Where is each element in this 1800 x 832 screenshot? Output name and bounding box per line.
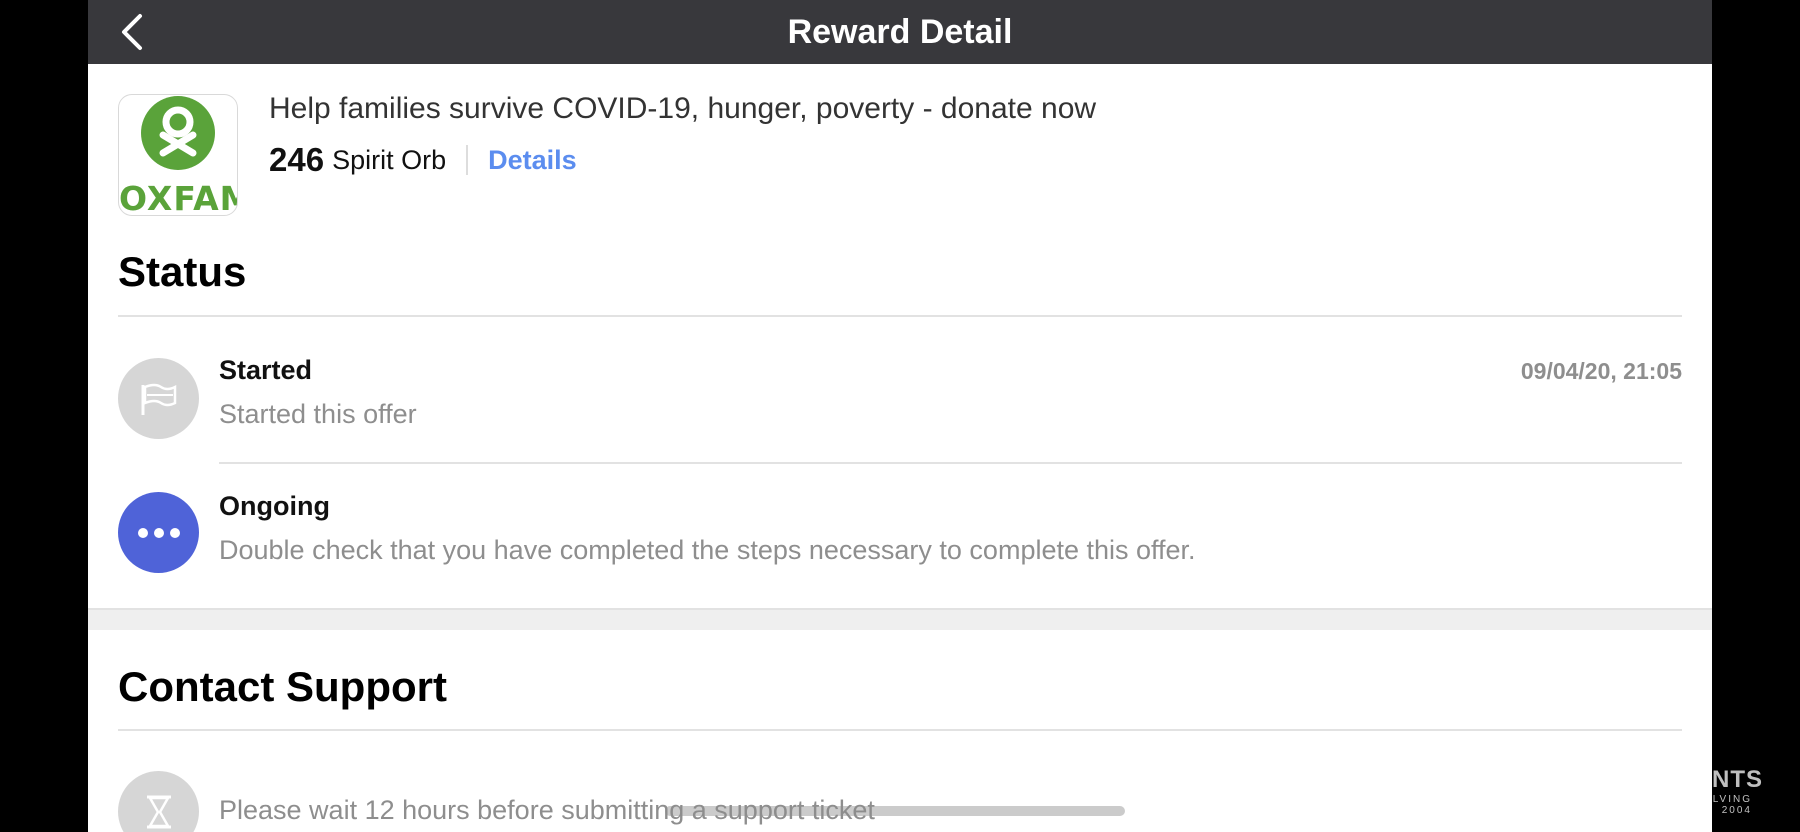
- watermark-line1: NTS: [1712, 766, 1763, 793]
- status-started-badge: [118, 358, 199, 439]
- contact-support-heading: Contact Support: [118, 663, 447, 710]
- status-ongoing-description: Double check that you have completed the…: [219, 535, 1196, 565]
- points-value: 246: [269, 141, 325, 178]
- status-ongoing-badge: [118, 492, 199, 573]
- flag-icon: [141, 383, 176, 415]
- hourglass-icon: [146, 795, 171, 828]
- app-screen: Reward Detail OXFAM Help families surviv…: [88, 0, 1712, 832]
- status-divider: [118, 315, 1682, 317]
- status-item-divider: [219, 462, 1682, 464]
- offer-title: Help families survive COVID-19, hunger, …: [269, 92, 1097, 125]
- home-indicator[interactable]: [665, 806, 1125, 816]
- support-divider: [118, 729, 1682, 731]
- status-started-description: Started this offer: [219, 399, 417, 429]
- top-nav-bar: Reward Detail: [88, 0, 1712, 64]
- divider: [466, 145, 469, 175]
- oxfam-emblem-icon: [141, 96, 215, 170]
- status-started-timestamp: 09/04/20, 21:05: [1520, 358, 1682, 384]
- watermark-line2: LVING: [1712, 794, 1752, 805]
- points-unit: Spirit Orb: [332, 144, 447, 175]
- status-heading: Status: [118, 248, 247, 295]
- section-spacer: [88, 610, 1712, 630]
- points-row: 246 Spirit Orb Details: [269, 138, 577, 182]
- more-dots-icon: [137, 527, 180, 538]
- status-ongoing-title: Ongoing: [219, 491, 330, 521]
- logo-wordmark: OXFAM: [119, 179, 237, 216]
- oxfam-logo: OXFAM: [118, 94, 238, 216]
- support-status-badge: [118, 771, 199, 832]
- details-link[interactable]: Details: [488, 145, 577, 176]
- watermark-line3: 2004: [1721, 805, 1752, 816]
- status-started-title: Started: [219, 355, 313, 385]
- watermark: NTS LVING 2004: [1712, 766, 1800, 816]
- page-title: Reward Detail: [787, 13, 1013, 51]
